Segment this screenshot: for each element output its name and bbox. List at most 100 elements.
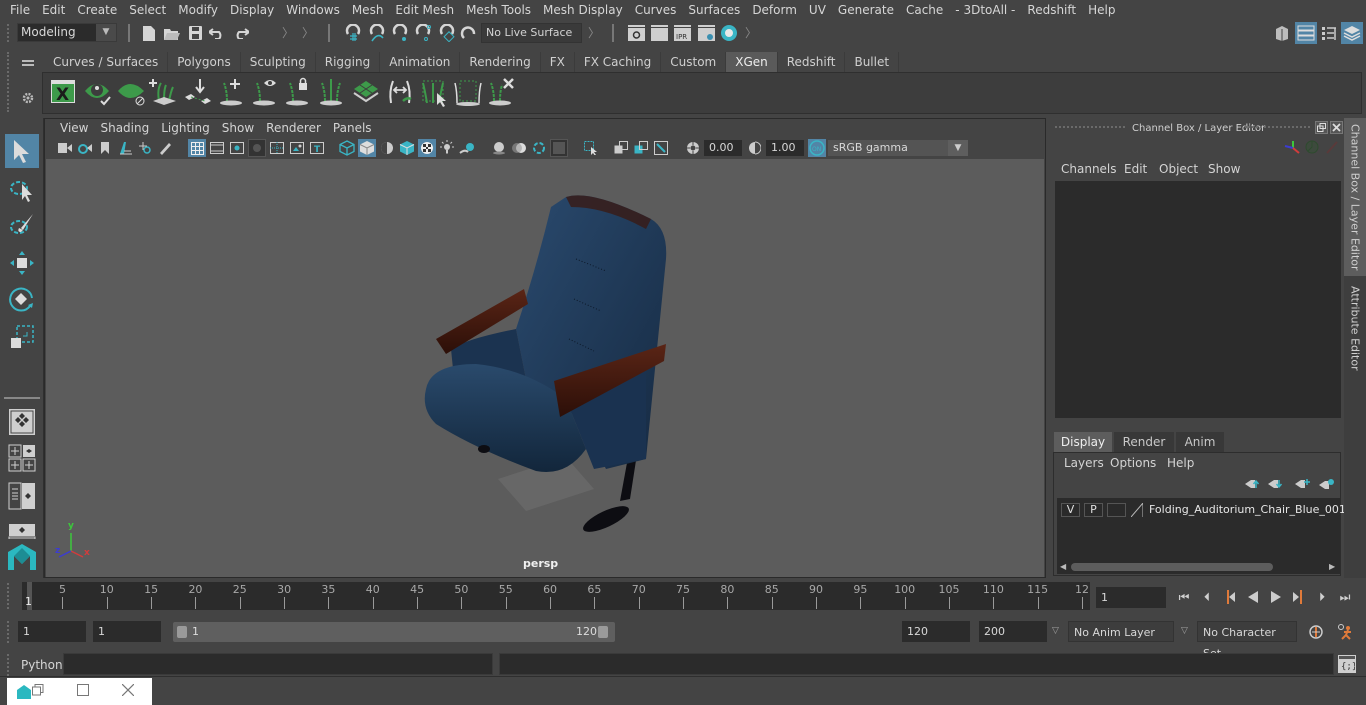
select-tool[interactable] bbox=[5, 134, 39, 168]
panel-menu-view[interactable]: View bbox=[54, 121, 94, 137]
maximize-window-icon[interactable] bbox=[77, 684, 91, 698]
shelf-tab-custom[interactable]: Custom bbox=[661, 52, 727, 72]
color-management-toggle[interactable]: ON bbox=[808, 139, 826, 157]
play-forwards-button[interactable] bbox=[1267, 589, 1285, 605]
step-back-frame-button[interactable]: ⏴ bbox=[1198, 589, 1216, 605]
create-empty-layer-icon[interactable] bbox=[1294, 477, 1310, 491]
view-transform-dropdown[interactable]: sRGB gamma ▼ bbox=[828, 140, 968, 156]
shelf-tab-redshift[interactable]: Redshift bbox=[778, 52, 846, 72]
layer-tab-anim[interactable]: Anim bbox=[1176, 432, 1224, 452]
layer-name[interactable]: Folding_Auditorium_Chair_Blue_001_ bbox=[1149, 503, 1351, 516]
hyper-channels-icon[interactable] bbox=[1324, 139, 1340, 155]
create-layer-from-selected-icon[interactable] bbox=[1318, 477, 1334, 491]
menu-help[interactable]: Help bbox=[1082, 3, 1121, 17]
layer-visibility-toggle[interactable]: V bbox=[1061, 503, 1080, 517]
four-view-layout-icon[interactable] bbox=[5, 441, 39, 475]
shelf-tab-bullet[interactable]: Bullet bbox=[845, 52, 900, 72]
go-to-start-button[interactable]: ⏮ bbox=[1175, 589, 1193, 605]
command-input[interactable] bbox=[63, 653, 493, 675]
xgen-place-icon[interactable] bbox=[183, 77, 215, 109]
tool-settings-toggle-icon[interactable] bbox=[1319, 24, 1339, 42]
collapse-arrow[interactable]: 〉 bbox=[745, 24, 757, 41]
menu-create[interactable]: Create bbox=[71, 3, 123, 17]
scale-tool[interactable] bbox=[5, 320, 39, 354]
panel-menu-panels[interactable]: Panels bbox=[327, 121, 378, 137]
panel-menu-show[interactable]: Show bbox=[216, 121, 260, 137]
safe-title-icon[interactable]: T bbox=[308, 139, 326, 157]
edit-menu[interactable]: Edit bbox=[1124, 162, 1147, 176]
show-menu[interactable]: Show bbox=[1208, 162, 1240, 176]
wireframe-icon[interactable] bbox=[338, 139, 356, 157]
layer-tab-render[interactable]: Render bbox=[1114, 432, 1174, 452]
menuset-dropdown[interactable]: Modeling ▼ bbox=[17, 23, 117, 42]
exposure-field[interactable]: 0.00 bbox=[704, 140, 742, 156]
close-panel-icon[interactable] bbox=[1330, 121, 1343, 134]
use-all-lights-icon[interactable] bbox=[438, 139, 456, 157]
resolution-gate-icon[interactable] bbox=[228, 139, 246, 157]
save-scene-icon[interactable] bbox=[187, 24, 203, 42]
move-tool[interactable] bbox=[5, 246, 39, 280]
panel-menu-renderer[interactable]: Renderer bbox=[260, 121, 327, 137]
range-end-field[interactable]: 200 bbox=[979, 621, 1047, 642]
3d-viewport[interactable]: y x z persp bbox=[46, 159, 1044, 577]
current-frame-field[interactable]: 1 bbox=[1096, 587, 1166, 608]
xray-active-components-icon[interactable] bbox=[632, 139, 650, 157]
manipulator-axes-icon[interactable] bbox=[1283, 139, 1301, 155]
layer-horizontal-scrollbar[interactable]: ◀ ▶ bbox=[1057, 561, 1340, 573]
status-line-handle[interactable] bbox=[7, 24, 11, 42]
panel-drag-handle[interactable] bbox=[1055, 126, 1125, 128]
range-end-handle[interactable] bbox=[598, 626, 608, 638]
xgen-delete-guides-icon[interactable] bbox=[486, 77, 518, 109]
render-frame-icon[interactable] bbox=[650, 24, 668, 42]
render-view-icon[interactable] bbox=[627, 24, 645, 42]
layer-display-type-toggle[interactable] bbox=[1107, 503, 1126, 517]
xgen-select-guides-icon[interactable] bbox=[419, 77, 451, 109]
snap-to-curve-icon[interactable] bbox=[367, 23, 387, 43]
shelf-settings-gear-icon[interactable] bbox=[20, 90, 36, 106]
panel-menu-lighting[interactable]: Lighting bbox=[155, 121, 216, 137]
snap-to-view-plane-icon[interactable] bbox=[437, 23, 457, 43]
character-set-dropdown[interactable]: No Character Set bbox=[1197, 621, 1297, 660]
anim-preferences-icon[interactable] bbox=[1334, 621, 1356, 643]
close-window-icon[interactable] bbox=[121, 683, 136, 698]
collapse-arrow[interactable]: 〉 bbox=[302, 24, 314, 41]
grid-toggle-icon[interactable] bbox=[188, 139, 206, 157]
shelf-tab-animation[interactable]: Animation bbox=[380, 52, 461, 72]
script-language-toggle[interactable]: Python bbox=[21, 658, 63, 672]
redo-icon[interactable] bbox=[232, 24, 250, 42]
exposure-icon[interactable] bbox=[684, 139, 702, 157]
layer-playback-toggle[interactable]: P bbox=[1084, 503, 1103, 517]
rangeslider-handle[interactable] bbox=[7, 621, 11, 643]
paint-select-tool[interactable] bbox=[5, 208, 39, 242]
xgen-preview-eye-icon[interactable] bbox=[83, 77, 115, 109]
step-back-key-button[interactable] bbox=[1220, 589, 1238, 605]
options-menu[interactable]: Options bbox=[1110, 456, 1156, 470]
play-backwards-button[interactable] bbox=[1244, 589, 1262, 605]
xgen-hide-leaf-icon[interactable] bbox=[116, 77, 148, 109]
panel-drag-handle[interactable] bbox=[1245, 126, 1310, 128]
playback-end-field[interactable]: 120 bbox=[902, 621, 970, 642]
attribute-editor-toggle-icon[interactable] bbox=[1295, 22, 1317, 44]
snap-to-point-icon[interactable] bbox=[390, 23, 410, 43]
outliner-persp-layout-icon[interactable] bbox=[5, 479, 39, 513]
lasso-select-tool[interactable] bbox=[5, 172, 39, 206]
xgen-flip-guides-icon[interactable] bbox=[385, 77, 417, 109]
live-surface-field[interactable]: No Live Surface bbox=[481, 23, 582, 43]
collapse-arrow[interactable]: 〉 bbox=[588, 24, 600, 41]
menu-display[interactable]: Display bbox=[224, 3, 280, 17]
shelf-tab-xgen[interactable]: XGen bbox=[726, 52, 778, 72]
camera-attributes-icon[interactable] bbox=[76, 139, 94, 157]
render-settings-icon[interactable] bbox=[697, 24, 715, 42]
panel-menu-shading[interactable]: Shading bbox=[94, 121, 155, 137]
speed-channels-icon[interactable] bbox=[1304, 139, 1320, 155]
snap-to-grid-icon[interactable] bbox=[343, 23, 363, 43]
safe-action-icon[interactable] bbox=[288, 139, 306, 157]
commandline-handle[interactable] bbox=[7, 654, 11, 676]
gamma-icon[interactable] bbox=[746, 139, 764, 157]
shelf-tab-fx-caching[interactable]: FX Caching bbox=[575, 52, 662, 72]
snap-to-projected-center-icon[interactable] bbox=[413, 23, 433, 43]
film-gate-icon[interactable] bbox=[208, 139, 226, 157]
menu-file[interactable]: File bbox=[4, 3, 36, 17]
hypershade-icon[interactable] bbox=[719, 23, 739, 43]
float-panel-icon[interactable] bbox=[1315, 121, 1328, 134]
